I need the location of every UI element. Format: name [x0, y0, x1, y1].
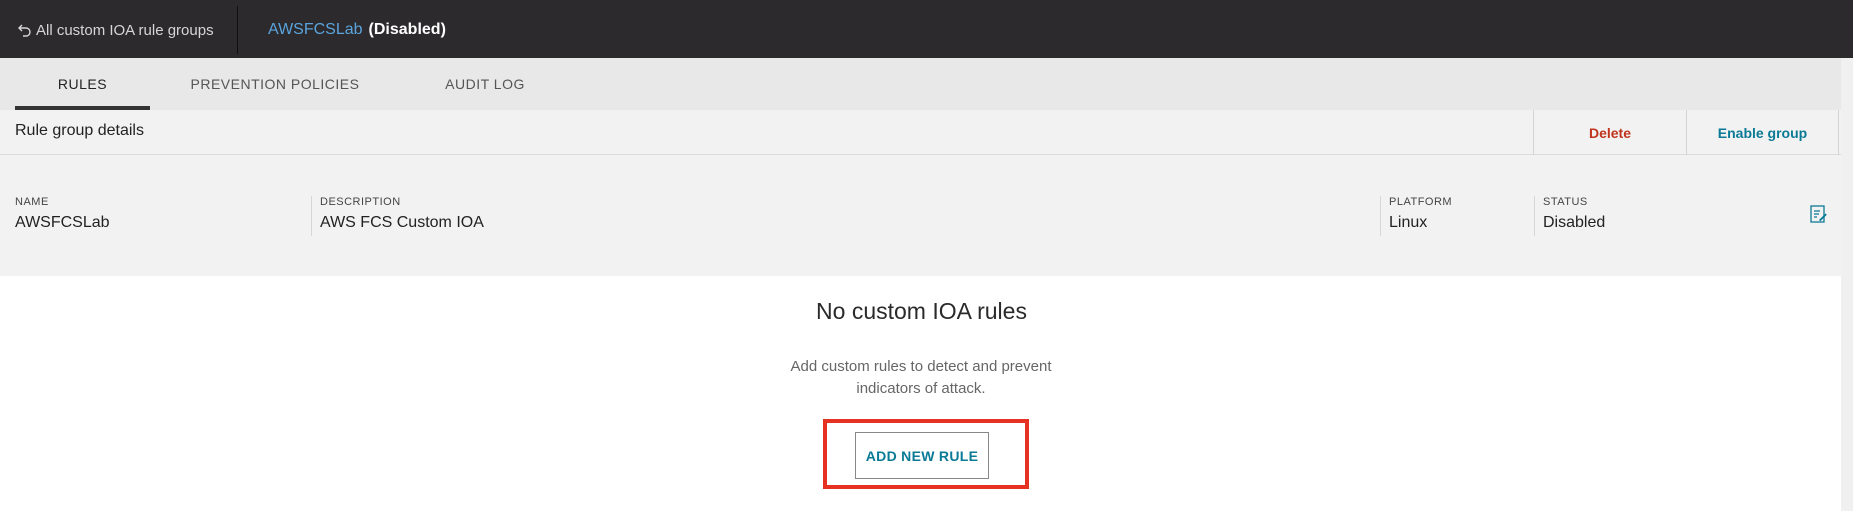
status-label: STATUS	[1543, 196, 1588, 208]
rule-group-name[interactable]: AWSFCSLab	[268, 21, 363, 39]
empty-state-title: No custom IOA rules	[816, 298, 1027, 324]
empty-state-line-2: indicators of attack.	[856, 380, 986, 397]
tab-rules[interactable]: RULES	[15, 58, 150, 110]
back-link-label: All custom IOA rule groups	[36, 21, 214, 39]
empty-state-message: Add custom rules to detect and prevent i…	[771, 356, 1071, 400]
breadcrumb: AWSFCSLab (Disabled)	[268, 19, 446, 41]
empty-state-line-1: Add custom rules to detect and prevent	[790, 358, 1052, 375]
enable-group-button[interactable]: Enable group	[1686, 110, 1839, 155]
platform-value: Linux	[1389, 214, 1428, 231]
details-title: Rule group details	[15, 122, 144, 139]
topbar-divider	[237, 6, 238, 54]
name-label: NAME	[15, 196, 49, 208]
description-label: DESCRIPTION	[320, 196, 401, 208]
rule-group-status: (Disabled)	[368, 21, 446, 38]
edit-details-icon[interactable]	[1810, 205, 1827, 224]
tab-audit-log[interactable]: AUDIT LOG	[420, 58, 550, 110]
status-value: Disabled	[1543, 214, 1606, 231]
delete-button[interactable]: Delete	[1533, 110, 1686, 155]
undo-arrow-icon	[18, 24, 31, 37]
description-field: DESCRIPTION AWS FCS Custom IOA	[311, 196, 484, 236]
back-to-rule-groups-link[interactable]: All custom IOA rule groups	[18, 19, 214, 41]
platform-label: PLATFORM	[1389, 196, 1453, 208]
rule-group-details-header: Rule group details Delete Enable group	[0, 110, 1853, 155]
tab-bar: RULES PREVENTION POLICIES AUDIT LOG	[0, 58, 1853, 110]
description-value: AWS FCS Custom IOA	[320, 214, 484, 231]
top-bar: All custom IOA rule groups AWSFCSLab (Di…	[0, 0, 1853, 58]
add-new-rule-button[interactable]: ADD NEW RULE	[855, 432, 989, 479]
platform-field: PLATFORM Linux	[1380, 196, 1452, 236]
rule-group-details: NAME AWSFCSLab DESCRIPTION AWS FCS Custo…	[0, 155, 1853, 276]
name-field: NAME AWSFCSLab	[15, 196, 110, 232]
tab-prevention-policies[interactable]: PREVENTION POLICIES	[185, 58, 365, 110]
name-value: AWSFCSLab	[15, 214, 110, 231]
scrollbar[interactable]	[1841, 58, 1853, 511]
status-field: STATUS Disabled	[1534, 196, 1605, 236]
